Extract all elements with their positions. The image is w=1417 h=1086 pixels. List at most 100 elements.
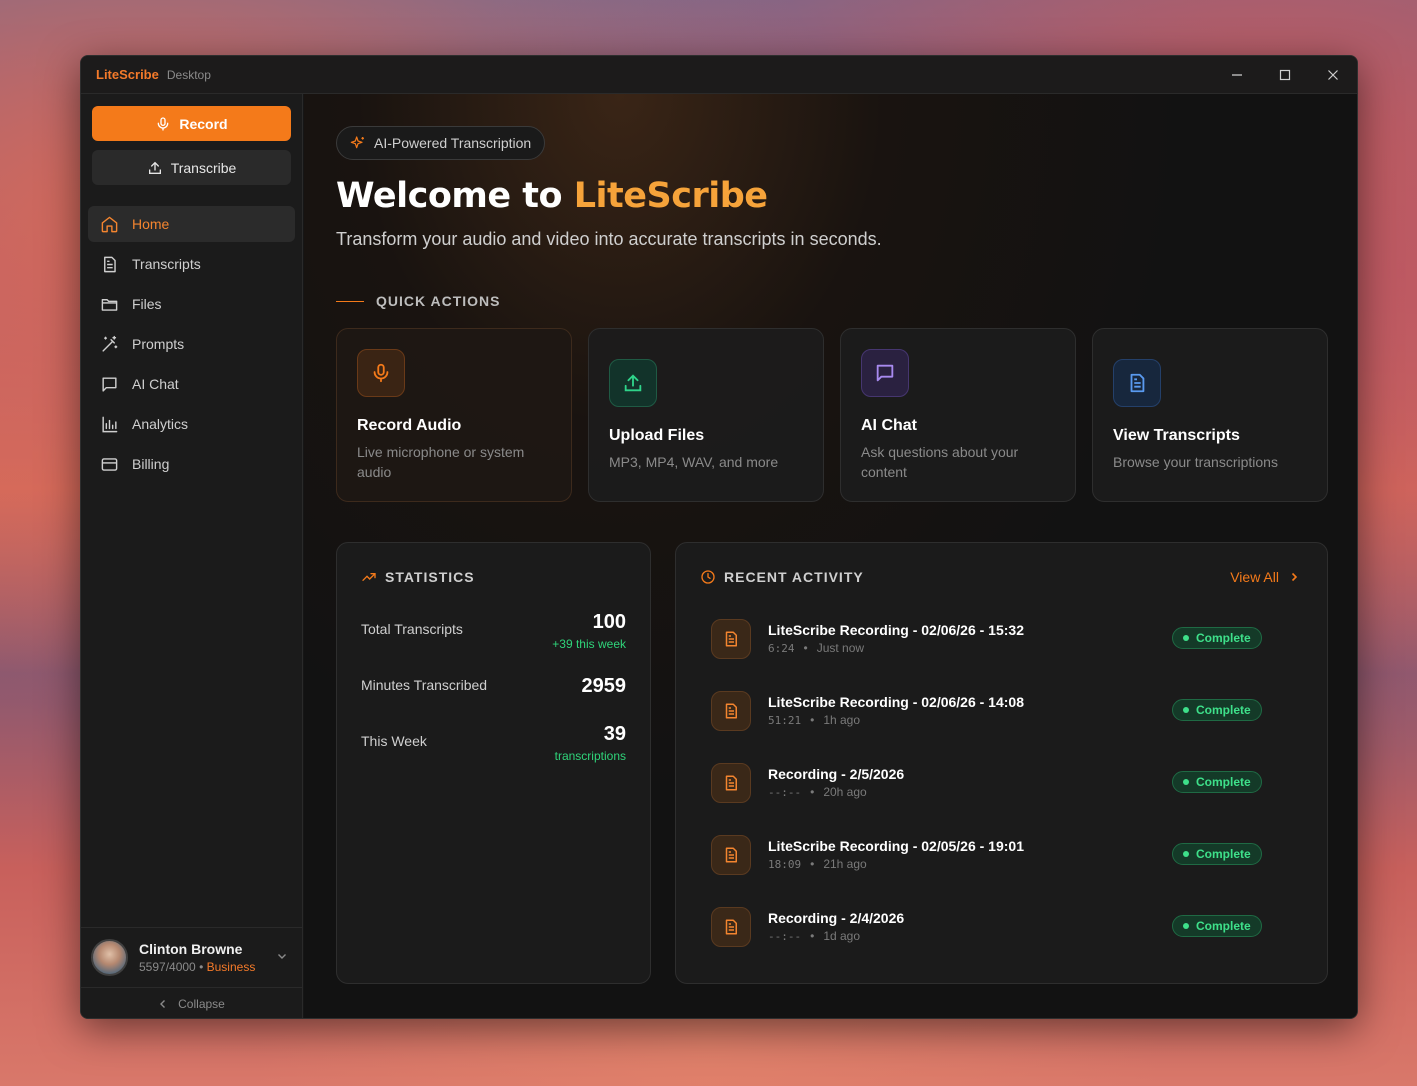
sidebar-item-label: Home (132, 216, 170, 232)
quick-actions-heading: QUICK ACTIONS (336, 293, 500, 309)
document-icon (1113, 359, 1161, 407)
chevron-left-icon (160, 999, 166, 1008)
activity-duration: --:-- (768, 786, 802, 799)
activity-meta: 6:24 • Just now (768, 641, 864, 655)
activity-time: 1h ago (823, 713, 861, 727)
sparkle-icon (350, 136, 364, 149)
minimize-icon (1232, 74, 1242, 76)
stat-value: 39 (603, 723, 626, 745)
sidebar-item-prompts[interactable]: Prompts (88, 326, 295, 362)
close-button[interactable] (1309, 56, 1357, 94)
chevron-right-icon (1291, 572, 1298, 582)
status-dot (1183, 635, 1189, 641)
upload-icon (609, 359, 657, 407)
chat-icon (861, 349, 909, 397)
status-badge: Complete (1172, 915, 1262, 937)
ai-badge-label: AI-Powered Transcription (374, 135, 532, 151)
record-button[interactable]: Record (92, 106, 291, 141)
microphone-icon (357, 349, 405, 397)
quick-action-view-transcripts[interactable]: View Transcripts Browse your transcripti… (1092, 328, 1328, 502)
sidebar-item-label: Prompts (132, 336, 185, 352)
quick-action-title: Record Audio (357, 417, 462, 434)
page-title: Welcome to LiteScribe (336, 176, 768, 216)
maximize-icon (1279, 69, 1291, 81)
stat-label: This Week (361, 733, 427, 749)
sidebar-item-transcripts[interactable]: Transcripts (88, 246, 295, 282)
activity-separator: • (803, 641, 808, 655)
main-content: AI-Powered Transcription Welcome to Lite… (304, 94, 1357, 1018)
page-subtitle: Transform your audio and video into accu… (336, 229, 882, 249)
document-icon (711, 619, 751, 659)
activity-title: LiteScribe Recording - 02/06/26 - 15:32 (768, 622, 1024, 638)
upload-icon (148, 161, 161, 174)
user-name: Clinton Browne (139, 941, 243, 957)
activity-separator: • (810, 857, 815, 871)
recent-activity-heading: RECENT ACTIVITY (700, 569, 864, 585)
activity-row[interactable]: LiteScribe Recording - 02/05/26 - 19:01 … (711, 833, 1262, 877)
status-label: Complete (1196, 919, 1251, 933)
sidebar-item-files[interactable]: Files (88, 286, 295, 322)
chevron-down-icon (278, 954, 286, 959)
activity-time: 20h ago (823, 785, 867, 799)
view-all-link[interactable]: View All (1230, 569, 1299, 585)
minimize-button[interactable] (1213, 56, 1261, 94)
document-icon (711, 835, 751, 875)
sidebar-nav: Home Transcripts Files Prompts AI Chat A… (88, 206, 295, 486)
quick-action-ai-chat[interactable]: AI Chat Ask questions about your content (840, 328, 1076, 502)
activity-row[interactable]: LiteScribe Recording - 02/06/26 - 14:08 … (711, 689, 1262, 733)
status-badge: Complete (1172, 699, 1262, 721)
user-usage-line: 5597/4000 • Business (139, 960, 255, 974)
quick-action-desc: MP3, MP4, WAV, and more (609, 454, 779, 470)
activity-row[interactable]: Recording - 2/5/2026 --:-- • 20h ago Compl… (711, 761, 1262, 805)
ai-badge: AI-Powered Transcription (336, 126, 546, 160)
user-separator: • (199, 960, 204, 974)
document-icon (711, 763, 751, 803)
heading-accent-line (336, 300, 364, 302)
sidebar-item-ai-chat[interactable]: AI Chat (88, 366, 295, 402)
activity-time: 1d ago (823, 929, 861, 943)
status-dot (1183, 851, 1189, 857)
microphone-icon (158, 116, 169, 131)
welcome-prefix: Welcome to (336, 176, 574, 216)
quick-action-upload-files[interactable]: Upload Files MP3, MP4, WAV, and more (588, 328, 824, 502)
status-dot (1183, 707, 1189, 713)
quick-action-record-audio[interactable]: Record Audio Live microphone or system a… (336, 328, 572, 502)
status-label: Complete (1196, 775, 1251, 789)
stat-label: Total Transcripts (361, 621, 463, 637)
status-label: Complete (1196, 631, 1251, 645)
credit-card-icon (101, 457, 118, 471)
recent-activity-title: RECENT ACTIVITY (724, 569, 864, 585)
statistics-heading: STATISTICS (361, 569, 475, 585)
sidebar-item-home[interactable]: Home (88, 206, 295, 242)
status-badge: Complete (1172, 627, 1262, 649)
activity-title: LiteScribe Recording - 02/05/26 - 19:01 (768, 838, 1024, 854)
maximize-button[interactable] (1261, 56, 1309, 94)
collapse-label: Collapse (178, 996, 225, 1011)
stat-value: 100 (592, 611, 626, 633)
chat-icon (102, 376, 117, 392)
statistics-panel: STATISTICS Total Transcripts 100 +39 thi… (336, 542, 651, 984)
activity-duration: 6:24 (768, 642, 795, 655)
quick-action-title: View Transcripts (1113, 427, 1240, 444)
view-all-label: View All (1230, 569, 1279, 585)
activity-row[interactable]: Recording - 2/4/2026 --:-- • 1d ago Comple… (711, 905, 1262, 949)
folder-icon (101, 298, 118, 311)
activity-meta: 51:21 • 1h ago (768, 713, 860, 727)
sidebar-item-label: Analytics (132, 416, 189, 432)
title-bar: LiteScribe Desktop (81, 56, 1357, 94)
activity-separator: • (810, 713, 815, 727)
sidebar-item-analytics[interactable]: Analytics (88, 406, 295, 442)
statistics-title: STATISTICS (385, 569, 475, 585)
activity-row[interactable]: LiteScribe Recording - 02/06/26 - 15:32 … (711, 617, 1262, 661)
sidebar-item-billing[interactable]: Billing (88, 446, 295, 482)
user-profile[interactable]: Clinton Browne 5597/4000 • Business (81, 927, 302, 987)
bar-chart-icon (102, 416, 118, 432)
status-label: Complete (1196, 703, 1251, 717)
transcribe-button[interactable]: Transcribe (92, 150, 291, 185)
status-label: Complete (1196, 847, 1251, 861)
document-icon (104, 256, 116, 272)
collapse-button[interactable]: Collapse (81, 987, 302, 1018)
record-button-label: Record (179, 115, 228, 132)
status-dot (1183, 779, 1189, 785)
user-usage: 5597/4000 (139, 960, 196, 974)
